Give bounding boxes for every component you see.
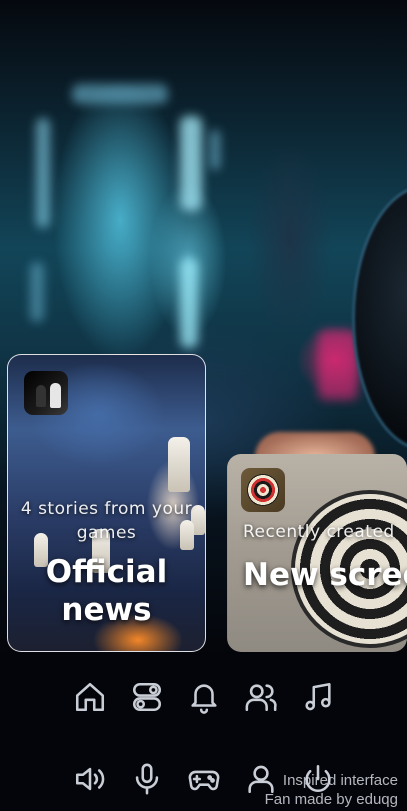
- music-button[interactable]: [298, 675, 338, 719]
- chess-app-icon: [24, 371, 68, 415]
- darts-app-icon: [241, 468, 285, 512]
- quick-nav-row: [0, 675, 407, 719]
- microphone-icon: [135, 763, 158, 795]
- games-button[interactable]: [184, 757, 224, 801]
- volume-button[interactable]: [70, 757, 110, 801]
- microphone-button[interactable]: [127, 757, 167, 801]
- home-button[interactable]: [70, 675, 110, 719]
- credits-line-1: Inspired interface: [282, 772, 398, 789]
- home-icon: [75, 682, 104, 712]
- news-title: Official news: [45, 554, 168, 628]
- bell-icon: [190, 684, 217, 714]
- screenshots-subtitle: Recently created: [243, 522, 395, 542]
- news-subtitle: 4 stories from your games: [20, 499, 193, 543]
- volume-icon: [75, 767, 104, 791]
- official-news-card[interactable]: 4 stories from your games Official news: [7, 354, 206, 652]
- toggles-icon: [132, 682, 161, 712]
- credits-line-2: Fan made by eduqg: [264, 791, 398, 808]
- credits: Inspired interface Fan made by eduqg: [265, 771, 398, 809]
- new-screenshots-card[interactable]: Recently created New screenshots: [227, 454, 407, 652]
- music-icon: [304, 682, 331, 711]
- friends-button[interactable]: [241, 675, 281, 719]
- gamepad-icon: [188, 770, 219, 791]
- screenshots-title: New screenshots: [243, 557, 407, 593]
- notifications-button[interactable]: [184, 675, 224, 719]
- users-icon: [245, 684, 277, 712]
- toggles-button[interactable]: [127, 675, 167, 719]
